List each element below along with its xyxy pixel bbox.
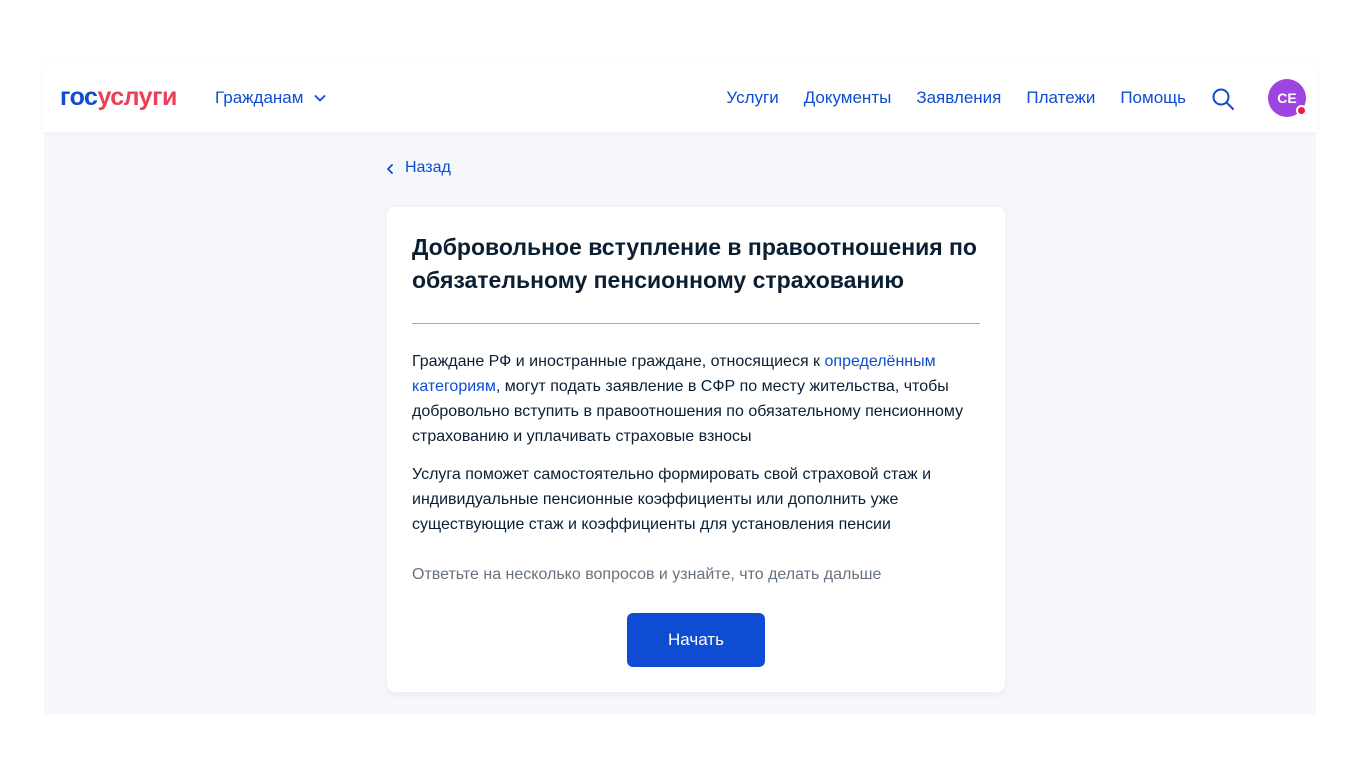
back-link[interactable]: Назад bbox=[385, 158, 451, 178]
avatar-initials: CE bbox=[1277, 90, 1297, 106]
chevron-down-icon bbox=[313, 91, 327, 105]
nav-item-documents[interactable]: Документы bbox=[804, 87, 892, 109]
nav-item-applications[interactable]: Заявления bbox=[916, 87, 1001, 109]
page-title: Добровольное вступление в правоотношения… bbox=[412, 234, 977, 293]
header: госуслуги Гражданам Услуги Документы Зая… bbox=[44, 62, 1316, 132]
logo-part-uslugi: услуги bbox=[97, 83, 177, 111]
main-nav: Услуги Документы Заявления Платежи Помощ… bbox=[726, 87, 1186, 109]
notification-dot bbox=[1296, 105, 1307, 116]
citizens-menu-label: Гражданам bbox=[215, 88, 304, 107]
hint-text: Ответьте на несколько вопросов и узнайте… bbox=[412, 566, 882, 583]
citizens-menu[interactable]: Гражданам bbox=[215, 87, 327, 109]
description-paragraph: Граждане РФ и иностранные граждане, отно… bbox=[412, 349, 982, 449]
nav-item-payments[interactable]: Платежи bbox=[1026, 87, 1095, 109]
benefit-paragraph: Услуга поможет самостоятельно формироват… bbox=[412, 466, 932, 533]
description-text-start: Граждане РФ и иностранные граждане, отно… bbox=[412, 353, 825, 370]
avatar[interactable]: CE bbox=[1268, 79, 1307, 117]
start-button[interactable]: Начать bbox=[627, 613, 765, 667]
logo[interactable]: госуслуги bbox=[60, 82, 177, 112]
nav-item-help[interactable]: Помощь bbox=[1120, 87, 1186, 109]
logo-part-gos: гос bbox=[60, 83, 98, 111]
nav-item-services[interactable]: Услуги bbox=[726, 87, 778, 109]
divider bbox=[412, 323, 980, 324]
back-link-label: Назад bbox=[405, 159, 451, 176]
page-frame: госуслуги Гражданам Услуги Документы Зая… bbox=[44, 62, 1316, 714]
service-card: Добровольное вступление в правоотношения… bbox=[387, 207, 1005, 692]
chevron-left-icon bbox=[385, 162, 395, 174]
search-icon[interactable] bbox=[1211, 87, 1235, 111]
